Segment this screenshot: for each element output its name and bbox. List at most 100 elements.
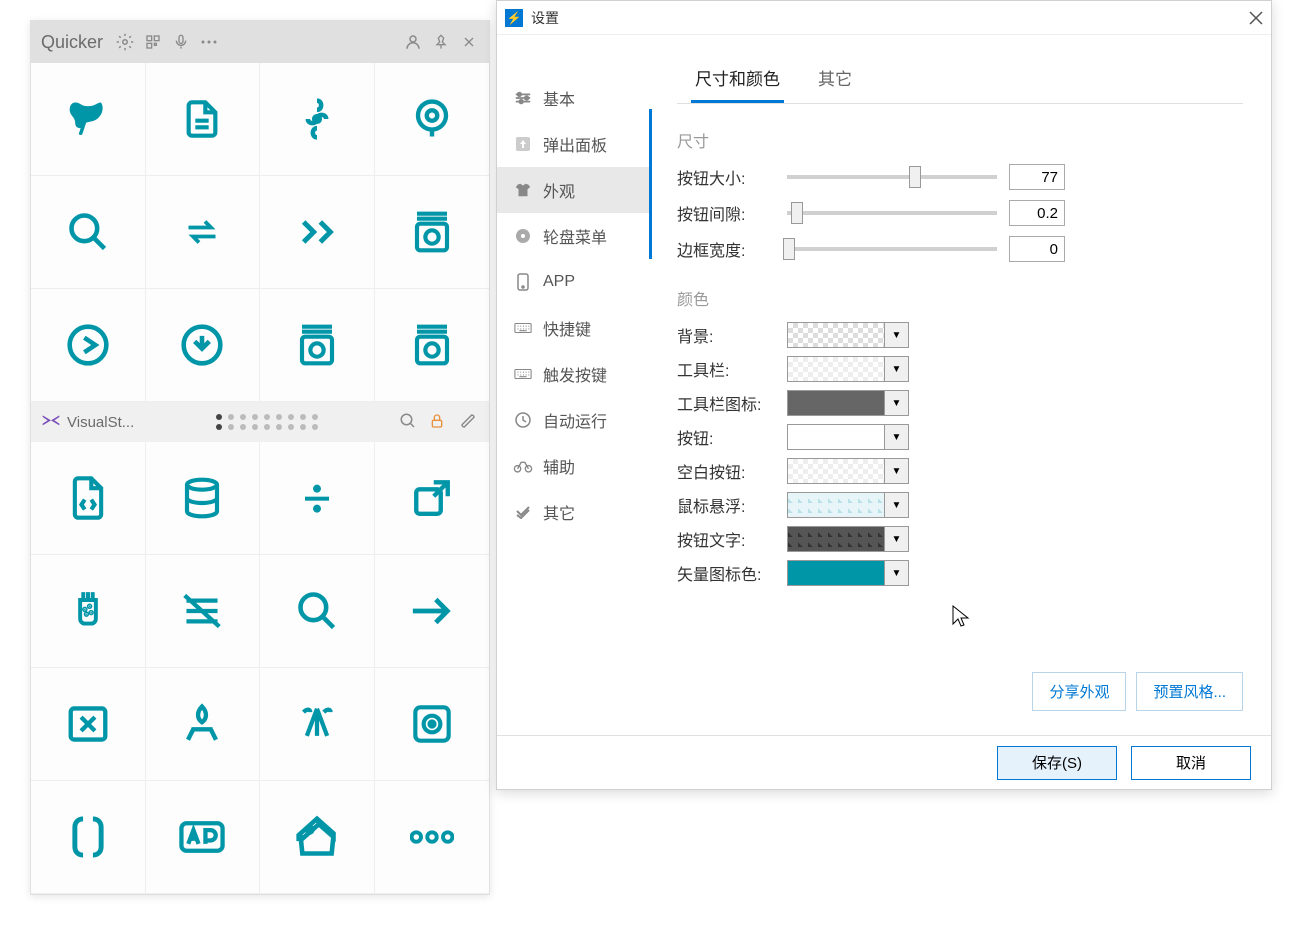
grid-cell[interactable] bbox=[146, 289, 261, 402]
label-vector: 矢量图标色: bbox=[677, 561, 787, 585]
close-icon[interactable] bbox=[1249, 11, 1263, 25]
grid-cell[interactable] bbox=[31, 668, 146, 781]
grid-cell[interactable] bbox=[260, 442, 375, 555]
sidebar-item-appearance[interactable]: 外观 bbox=[497, 167, 649, 213]
sidebar-item-popup[interactable]: 弹出面板 bbox=[497, 121, 649, 167]
grid-cell[interactable] bbox=[375, 442, 490, 555]
lock-icon[interactable] bbox=[429, 412, 449, 432]
sidebar-item-label: 快捷键 bbox=[543, 316, 591, 340]
chevron-down-icon[interactable]: ▼ bbox=[884, 323, 908, 347]
grid-cell[interactable] bbox=[260, 176, 375, 289]
sidebar-item-wheel[interactable]: 轮盘菜单 bbox=[497, 213, 649, 259]
slider-border-width[interactable] bbox=[787, 247, 997, 251]
search-icon[interactable] bbox=[399, 412, 419, 432]
user-icon[interactable] bbox=[403, 32, 423, 52]
grid-cell[interactable] bbox=[375, 668, 490, 781]
label-toolbar: 工具栏: bbox=[677, 357, 787, 381]
clock-icon bbox=[513, 410, 533, 430]
keyboard-icon bbox=[513, 318, 533, 338]
save-button[interactable]: 保存(S) bbox=[997, 746, 1117, 780]
sidebar-item-trigger[interactable]: 触发按键 bbox=[497, 351, 649, 397]
tools-icon[interactable] bbox=[459, 412, 479, 432]
grid-cell[interactable] bbox=[375, 781, 490, 894]
cancel-button[interactable]: 取消 bbox=[1131, 746, 1251, 780]
chevron-down-icon[interactable]: ▼ bbox=[884, 459, 908, 483]
grid-cell[interactable] bbox=[375, 555, 490, 668]
sidebar-item-label: 触发按键 bbox=[543, 362, 607, 386]
label-border-width: 边框宽度: bbox=[677, 237, 787, 261]
swatch-toolbar-icon[interactable]: ▼ bbox=[787, 390, 909, 416]
chevron-down-icon[interactable]: ▼ bbox=[884, 391, 908, 415]
tab-other[interactable]: 其它 bbox=[814, 55, 856, 103]
grid-cell[interactable] bbox=[260, 781, 375, 894]
grid-cell[interactable] bbox=[375, 63, 490, 176]
tab-size-color[interactable]: 尺寸和颜色 bbox=[691, 55, 784, 103]
lightning-icon: ⚡ bbox=[505, 9, 523, 27]
swatch-vector[interactable]: ▼ bbox=[787, 560, 909, 586]
swatch-text[interactable]: ▼ bbox=[787, 526, 909, 552]
quicker-title: Quicker bbox=[41, 32, 103, 53]
more-icon[interactable] bbox=[199, 32, 219, 52]
grid-cell[interactable] bbox=[146, 176, 261, 289]
slider-button-size[interactable] bbox=[787, 175, 997, 179]
sidebar-item-basic[interactable]: 基本 bbox=[497, 75, 649, 121]
gear-icon[interactable] bbox=[115, 32, 135, 52]
shirt-icon bbox=[513, 180, 533, 200]
swatch-empty[interactable]: ▼ bbox=[787, 458, 909, 484]
label-button-text: 按钮文字: bbox=[677, 527, 787, 551]
input-border-width[interactable] bbox=[1009, 236, 1065, 262]
settings-content: 尺寸和颜色 其它 尺寸 按钮大小: 按钮间隙: 边框宽度: 颜色 背景:▼ 工具… bbox=[649, 35, 1271, 735]
sidebar-item-other[interactable]: 其它 bbox=[497, 489, 649, 535]
swatch-bg[interactable]: ▼ bbox=[787, 322, 909, 348]
sidebar-item-label: APP bbox=[543, 273, 575, 291]
close-icon[interactable] bbox=[459, 32, 479, 52]
chevron-down-icon[interactable]: ▼ bbox=[884, 561, 908, 585]
chevron-down-icon[interactable]: ▼ bbox=[884, 527, 908, 551]
grid-cell[interactable] bbox=[31, 442, 146, 555]
grid-cell[interactable] bbox=[146, 781, 261, 894]
grid-top bbox=[31, 63, 489, 402]
sidebar-item-assist[interactable]: 辅助 bbox=[497, 443, 649, 489]
swatch-hover[interactable]: ▼ bbox=[787, 492, 909, 518]
input-button-size[interactable] bbox=[1009, 164, 1065, 190]
label-hover: 鼠标悬浮: bbox=[677, 493, 787, 517]
grid-cell[interactable] bbox=[146, 555, 261, 668]
sidebar-item-shortcut[interactable]: 快捷键 bbox=[497, 305, 649, 351]
grid-cell[interactable] bbox=[375, 176, 490, 289]
grid-cell[interactable] bbox=[260, 63, 375, 176]
settings-footer: 保存(S) 取消 bbox=[497, 735, 1271, 789]
grid-cell[interactable] bbox=[31, 63, 146, 176]
preset-button[interactable]: 预置风格... bbox=[1136, 672, 1243, 711]
grid-cell[interactable] bbox=[31, 555, 146, 668]
bike-icon bbox=[513, 456, 533, 476]
sidebar-item-label: 基本 bbox=[543, 86, 575, 110]
grid-cell[interactable] bbox=[146, 442, 261, 555]
grid-cell[interactable] bbox=[31, 289, 146, 402]
pin-icon[interactable] bbox=[431, 32, 451, 52]
settings-sidebar: 基本 弹出面板 外观 轮盘菜单 APP 快捷键 触发按键 自动运行 辅助 其它 bbox=[497, 35, 649, 735]
grid-cell[interactable] bbox=[260, 668, 375, 781]
mic-icon[interactable] bbox=[171, 32, 191, 52]
slider-button-gap[interactable] bbox=[787, 211, 997, 215]
sidebar-item-app[interactable]: APP bbox=[497, 259, 649, 305]
grid-cell[interactable] bbox=[31, 781, 146, 894]
divider-label: VisualSt... bbox=[67, 414, 134, 431]
sidebar-item-autorun[interactable]: 自动运行 bbox=[497, 397, 649, 443]
grid-cell[interactable] bbox=[375, 289, 490, 402]
grid-cell[interactable] bbox=[31, 176, 146, 289]
chevron-down-icon[interactable]: ▼ bbox=[884, 425, 908, 449]
swatch-toolbar[interactable]: ▼ bbox=[787, 356, 909, 382]
label-empty: 空白按钮: bbox=[677, 459, 787, 483]
qrcode-icon[interactable] bbox=[143, 32, 163, 52]
input-button-gap[interactable] bbox=[1009, 200, 1065, 226]
grid-cell[interactable] bbox=[146, 63, 261, 176]
share-button[interactable]: 分享外观 bbox=[1032, 672, 1126, 711]
grid-cell[interactable] bbox=[260, 555, 375, 668]
grid-cell[interactable] bbox=[146, 668, 261, 781]
chevron-down-icon[interactable]: ▼ bbox=[884, 357, 908, 381]
chevron-down-icon[interactable]: ▼ bbox=[884, 493, 908, 517]
sidebar-item-label: 其它 bbox=[543, 500, 575, 524]
settings-dialog: ⚡ 设置 基本 弹出面板 外观 轮盘菜单 APP 快捷键 触发按键 自动运行 辅… bbox=[496, 0, 1272, 790]
grid-cell[interactable] bbox=[260, 289, 375, 402]
swatch-button[interactable]: ▼ bbox=[787, 424, 909, 450]
